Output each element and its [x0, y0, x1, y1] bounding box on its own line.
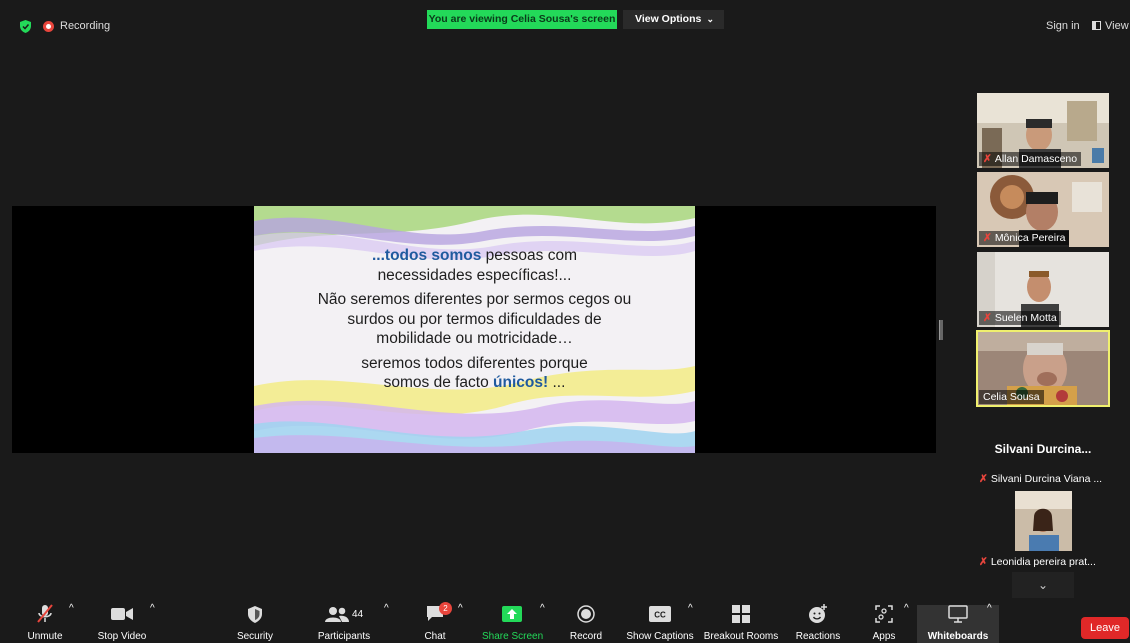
share-screen-icon — [502, 606, 522, 622]
whiteboards-options-caret[interactable]: ^ — [987, 603, 992, 614]
record-button[interactable]: Record — [566, 603, 606, 642]
audio-options-caret[interactable]: ^ — [69, 603, 74, 614]
whiteboards-label: Whiteboards — [927, 631, 989, 642]
participants-options-caret[interactable]: ^ — [384, 603, 389, 614]
security-button[interactable]: Security — [232, 603, 278, 642]
muted-microphone-icon — [37, 604, 53, 623]
participant-tile[interactable]: ✗ Mônica Pereira — [977, 172, 1109, 247]
participant-tile[interactable]: Silvani Durcina... ✗ Silvani Durcina Vian… — [977, 412, 1109, 487]
whiteboards-button[interactable]: Whiteboards — [924, 603, 992, 642]
muted-mic-icon: ✗ — [983, 153, 992, 165]
participant-tile[interactable]: ✗ Suelen Motta — [977, 252, 1109, 327]
recording-label: Recording — [60, 20, 111, 32]
reactions-button[interactable]: Reactions — [793, 603, 843, 642]
viewing-screen-banner: You are viewing Celia Sousa's screen — [427, 10, 617, 29]
reactions-smiley-icon — [809, 604, 827, 623]
muted-mic-icon: ✗ — [979, 473, 988, 485]
participant-tile-active-speaker[interactable]: Celia Sousa — [976, 330, 1110, 407]
security-shield-icon — [248, 605, 262, 623]
participant-name: ✗ Leonidia pereira prat... — [979, 556, 1096, 568]
participant-name: ✗ Suelen Motta — [979, 311, 1061, 325]
share-screen-button[interactable]: Share Screen — [482, 603, 544, 642]
slide-line1-rest: pessoas com — [481, 247, 577, 264]
participant-name: Celia Sousa — [979, 390, 1044, 404]
unmute-label: Unmute — [27, 631, 63, 642]
participant-video — [1015, 491, 1072, 551]
view-button[interactable]: View — [1092, 20, 1129, 32]
captions-options-caret[interactable]: ^ — [688, 603, 693, 614]
apps-button[interactable]: Apps — [866, 603, 902, 642]
chat-unread-badge: 2 — [439, 602, 452, 615]
chevron-down-icon: ⌄ — [1037, 578, 1049, 592]
closed-captions-icon: CC — [649, 606, 671, 622]
view-options-label: View Options — [635, 13, 702, 25]
participant-display-name: Silvani Durcina... — [994, 442, 1092, 456]
sign-in-button[interactable]: Sign in — [1046, 20, 1080, 32]
participant-tile[interactable]: ✗ Allan Damasceno — [977, 93, 1109, 168]
record-label: Record — [569, 631, 603, 642]
leave-meeting-button[interactable]: Leave — [1081, 617, 1129, 639]
slide-para3-end: ... — [548, 374, 566, 391]
muted-mic-icon: ✗ — [979, 556, 988, 568]
share-screen-label: Share Screen — [482, 631, 544, 642]
apps-icon — [875, 605, 893, 623]
shield-icon[interactable] — [20, 20, 31, 33]
participants-icon — [324, 607, 349, 622]
participants-label: Participants — [317, 631, 371, 642]
participant-name: ✗ Silvani Durcina Viana ... — [979, 473, 1103, 485]
presentation-slide: ...todos somos pessoas com necessidades e… — [254, 206, 695, 453]
chat-button[interactable]: 2 Chat — [418, 602, 452, 642]
video-camera-icon — [111, 608, 133, 620]
stop-video-label: Stop Video — [97, 631, 147, 642]
slide-paragraph-2: Não seremos diferentes por sermos cegos … — [317, 291, 632, 347]
chat-options-caret[interactable]: ^ — [458, 603, 463, 614]
participant-name: ✗ Mônica Pereira — [979, 231, 1070, 245]
participant-name: ✗ Allan Damasceno — [979, 152, 1082, 166]
slide-paragraph-3: seremos todos diferentes porque somos de… — [254, 354, 695, 393]
view-options-button[interactable]: View Options ⌄ — [623, 10, 724, 29]
share-options-caret[interactable]: ^ — [540, 603, 545, 614]
recording-icon — [43, 21, 54, 32]
breakout-rooms-label: Breakout Rooms — [703, 631, 779, 642]
security-label: Security — [236, 631, 274, 642]
record-icon — [577, 605, 595, 623]
slide-paragraph-1: ...todos somos pessoas com necessidades e… — [254, 246, 695, 285]
show-captions-label: Show Captions — [626, 631, 694, 642]
chevron-down-icon: ⌄ — [706, 14, 714, 24]
slide-text: ...todos somos pessoas com necessidades e… — [254, 246, 695, 398]
video-options-caret[interactable]: ^ — [150, 603, 155, 614]
slide-line2: necessidades específicas!... — [377, 266, 572, 284]
breakout-rooms-button[interactable]: Breakout Rooms — [703, 603, 779, 642]
chat-label: Chat — [424, 631, 446, 642]
scroll-participants-down-button[interactable]: ⌄ — [1012, 572, 1074, 598]
participant-tile[interactable]: ✗ Leonidia pereira prat... — [977, 490, 1109, 570]
panel-resize-handle[interactable] — [939, 320, 943, 340]
slide-highlight-1: ...todos somos — [371, 247, 482, 264]
apps-label: Apps — [872, 631, 896, 642]
show-captions-button[interactable]: CC Show Captions — [624, 603, 696, 642]
unmute-button[interactable]: Unmute — [22, 603, 68, 642]
muted-mic-icon: ✗ — [983, 232, 992, 244]
whiteboard-icon — [948, 605, 968, 623]
muted-mic-icon: ✗ — [983, 312, 992, 324]
participants-button[interactable]: 44 Participants — [314, 603, 374, 642]
view-label: View — [1105, 20, 1129, 32]
breakout-rooms-icon — [732, 605, 750, 623]
slide-highlight-2: únicos! — [493, 374, 549, 391]
stop-video-button[interactable]: Stop Video — [94, 603, 150, 642]
apps-options-caret[interactable]: ^ — [904, 603, 909, 614]
top-bar: Recording You are viewing Celia Sousa's … — [0, 0, 1130, 44]
reactions-label: Reactions — [795, 631, 841, 642]
view-layout-icon — [1092, 21, 1101, 30]
participants-count: 44 — [351, 608, 364, 620]
svg-text:CC: CC — [654, 611, 666, 620]
